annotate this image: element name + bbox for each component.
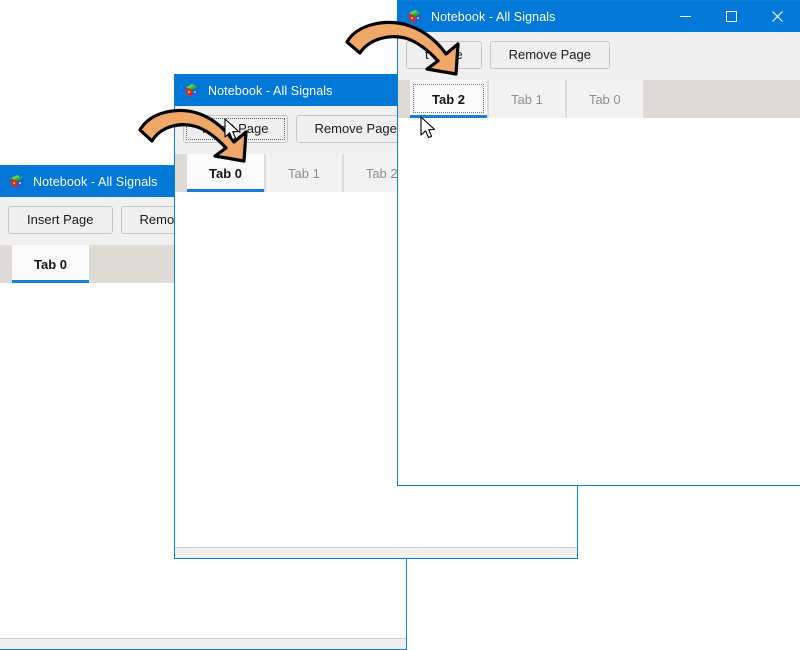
window-controls-front xyxy=(662,1,800,32)
statusbar-mid xyxy=(175,547,577,558)
insert-page-button-mid[interactable]: Insert Page xyxy=(183,115,288,143)
tab-mid-1[interactable]: Tab 1 xyxy=(266,154,344,192)
tab-page-front xyxy=(398,118,800,485)
gtk-cube-icon xyxy=(184,83,200,99)
window-title-front: Notebook - All Signals xyxy=(431,9,556,24)
tab-front-0[interactable]: Tab 0 xyxy=(566,80,645,118)
gtk-cube-icon xyxy=(407,9,423,25)
insert-page-button-front[interactable]: t Page xyxy=(406,41,482,69)
remove-page-button-front[interactable]: Remove Page xyxy=(489,41,610,69)
tab-mid-0[interactable]: Tab 0 xyxy=(187,154,266,192)
toolbar-front: t Page Remove Page xyxy=(398,32,800,80)
minimize-icon[interactable] xyxy=(662,1,708,32)
tab-front-2[interactable]: Tab 2 xyxy=(410,80,489,118)
window-notebook-front[interactable]: Notebook - All Signals t Page Remove Pag… xyxy=(397,0,800,486)
titlebar-front[interactable]: Notebook - All Signals xyxy=(398,1,800,32)
insert-page-button-back[interactable]: Insert Page xyxy=(8,206,113,234)
statusbar-back xyxy=(0,638,406,649)
close-icon[interactable] xyxy=(754,1,800,32)
maximize-icon[interactable] xyxy=(708,1,754,32)
gtk-cube-icon xyxy=(9,174,25,190)
tabstrip-front: Tab 2 Tab 1 Tab 0 xyxy=(398,80,800,118)
tab-back-0[interactable]: Tab 0 xyxy=(12,245,91,283)
screenshot-canvas: Notebook - All Signals Insert Page Remov… xyxy=(0,0,800,650)
notebook-front: Tab 2 Tab 1 Tab 0 xyxy=(398,80,800,485)
tab-front-1[interactable]: Tab 1 xyxy=(489,80,567,118)
